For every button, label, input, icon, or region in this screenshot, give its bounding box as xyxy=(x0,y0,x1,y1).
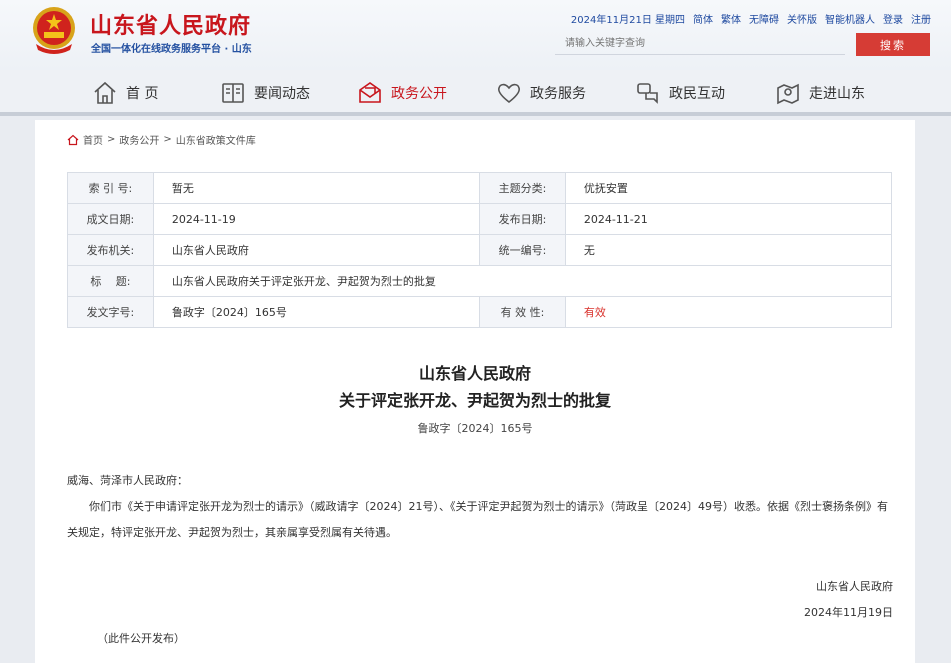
nav-label-interaction: 政民互动 xyxy=(669,86,725,102)
doc-number-label: 发文字号: xyxy=(67,296,154,328)
search-button[interactable]: 搜索 xyxy=(856,33,930,56)
topic-value: 优抚安置 xyxy=(564,172,893,204)
document-paragraph: 你们市《关于申请评定张开龙为烈士的请示》（威政请字〔2024〕21号）、《关于评… xyxy=(67,500,888,539)
link-accessibility[interactable]: 无障碍 xyxy=(749,11,779,26)
nav-item-gov-service[interactable]: 政务服务 xyxy=(496,78,586,108)
nav-item-interaction[interactable]: 政民互动 xyxy=(635,78,725,108)
link-robot[interactable]: 智能机器人 xyxy=(825,11,875,26)
nav-item-news[interactable]: 要闻动态 xyxy=(220,78,310,108)
nav-label-gov-open: 政务公开 xyxy=(391,86,447,102)
signature-date: 2024年11月19日 xyxy=(804,606,893,619)
link-register[interactable]: 注册 xyxy=(911,11,931,26)
document-addressee: 威海、菏泽市人民政府： xyxy=(67,474,188,487)
unified-number-label: 统一编号: xyxy=(479,234,566,266)
breadcrumb: 首页 > 政务公开 > 山东省政策文件库 xyxy=(67,132,256,147)
document-number: 鲁政字〔2024〕165号 xyxy=(417,422,533,435)
heart-icon xyxy=(497,83,521,104)
table-row: 索 引 号: 暂无 主题分类: 优抚安置 xyxy=(67,172,893,204)
document-meta-table: 索 引 号: 暂无 主题分类: 优抚安置 成文日期: 2024-11-19 发布… xyxy=(67,172,893,328)
nav-label-news: 要闻动态 xyxy=(254,86,310,102)
chat-icon xyxy=(637,83,658,104)
nav-label-about-shandong: 走进山东 xyxy=(809,86,865,102)
table-row: 发文字号: 鲁政字〔2024〕165号 有 效 性: 有效 xyxy=(67,296,893,328)
created-value: 2024-11-19 xyxy=(152,203,481,235)
nav-label-gov-service: 政务服务 xyxy=(530,86,586,102)
site-header: 山东省人民政府 全国一体化在线政务服务平台 · 山东 2024年11月21日 星… xyxy=(0,0,951,70)
index-label: 索 引 号: xyxy=(67,172,154,204)
publication-note: （此件公开发布） xyxy=(97,632,185,645)
link-login[interactable]: 登录 xyxy=(883,11,903,26)
title-value: 山东省人民政府关于评定张开龙、尹起贺为烈士的批复 xyxy=(152,265,893,297)
book-icon xyxy=(222,83,244,103)
breadcrumb-gov-open[interactable]: 政务公开 xyxy=(119,132,159,147)
content-page: 首页 > 政务公开 > 山东省政策文件库 索 引 号: 暂无 主题分类: 优抚安… xyxy=(35,120,915,663)
nav-label-home: 首 页 xyxy=(126,86,159,102)
breadcrumb-home-icon[interactable] xyxy=(67,134,79,146)
nav-item-gov-open[interactable]: 政务公开 xyxy=(357,78,447,108)
validity-value: 有效 xyxy=(564,296,893,328)
national-emblem-icon[interactable] xyxy=(30,6,78,56)
topic-label: 主题分类: xyxy=(479,172,566,204)
link-care-version[interactable]: 关怀版 xyxy=(787,11,817,26)
link-traditional[interactable]: 繁体 xyxy=(721,11,741,26)
issuer-label: 发布机关: xyxy=(67,234,154,266)
table-row: 发布机关: 山东省人民政府 统一编号: 无 xyxy=(67,234,893,266)
site-subtitle: 全国一体化在线政务服务平台 · 山东 xyxy=(91,44,252,55)
created-label: 成文日期: xyxy=(67,203,154,235)
document-title: 关于评定张开龙、尹起贺为烈士的批复 xyxy=(338,391,611,410)
validity-label: 有 效 性: xyxy=(479,296,566,328)
nav-item-about-shandong[interactable]: 走进山东 xyxy=(775,78,865,108)
document-issuer: 山东省人民政府 xyxy=(418,364,531,383)
table-row: 标 题: 山东省人民政府关于评定张开龙、尹起贺为烈士的批复 xyxy=(67,265,893,297)
breadcrumb-policy-library[interactable]: 山东省政策文件库 xyxy=(176,132,256,147)
unified-number-value: 无 xyxy=(564,234,893,266)
date-text: 2024年11月21日 星期四 xyxy=(570,15,685,26)
map-pin-icon xyxy=(777,83,799,105)
breadcrumb-home[interactable]: 首页 xyxy=(83,132,103,147)
envelope-icon xyxy=(359,82,381,103)
nav-item-home[interactable]: 首 页 xyxy=(92,78,158,108)
home-icon xyxy=(94,81,116,104)
link-simplified[interactable]: 简体 xyxy=(693,11,713,26)
published-label: 发布日期: xyxy=(479,203,566,235)
search-input[interactable] xyxy=(555,33,845,55)
title-label: 标 题: xyxy=(67,265,154,297)
main-nav: 首 页 要闻动态 政务公开 政务服务 政民互动 走进山东 xyxy=(0,70,951,116)
issuer-value: 山东省人民政府 xyxy=(152,234,481,266)
top-links: 2024年11月21日 星期四 简体 繁体 无障碍 关怀版 智能机器人 登录 注… xyxy=(571,11,931,26)
doc-number-value: 鲁政字〔2024〕165号 xyxy=(152,296,481,328)
site-title[interactable]: 山东省人民政府 xyxy=(90,8,251,40)
published-value: 2024-11-21 xyxy=(564,203,893,235)
table-row: 成文日期: 2024-11-19 发布日期: 2024-11-21 xyxy=(67,203,893,235)
index-value: 暂无 xyxy=(152,172,481,204)
signature-org: 山东省人民政府 xyxy=(816,580,893,593)
